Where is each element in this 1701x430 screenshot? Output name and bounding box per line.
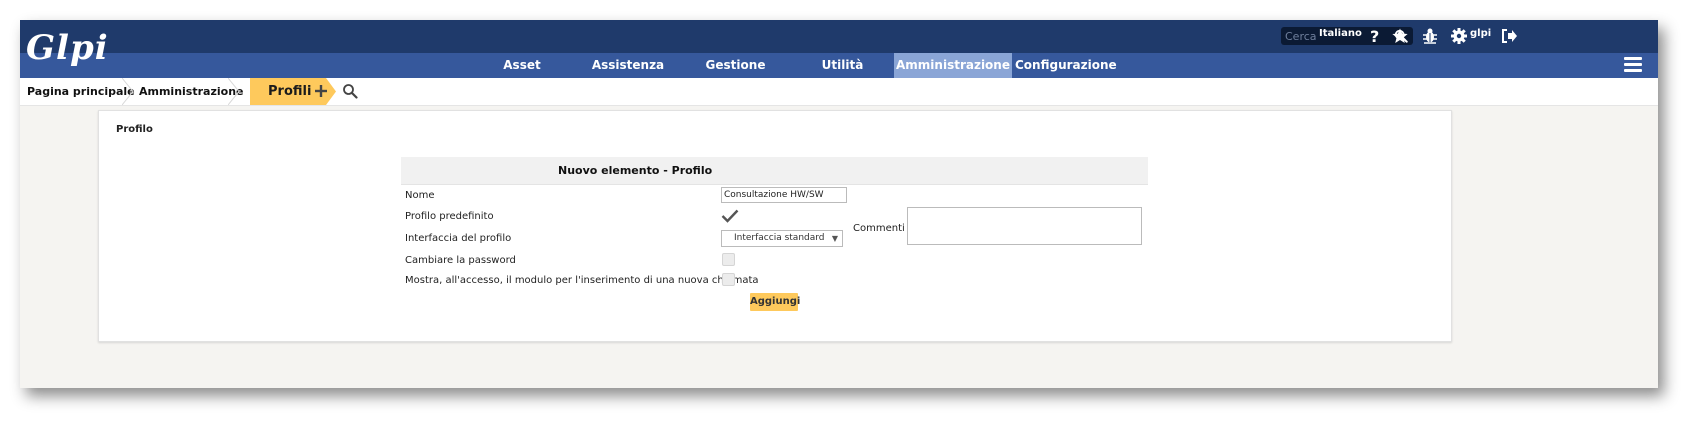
interface-label: Interfaccia del profilo [405,233,512,244]
panel-title: Profilo [116,124,153,135]
profile-form: Nuovo elemento - Profilo Nome Consultazi… [401,157,1148,322]
ticket-form-label: Mostra, all'accesso, il modulo per l'ins… [405,275,759,286]
form-header: Nuovo elemento - Profilo [401,157,1148,185]
check-icon[interactable] [721,209,739,223]
form-title: Nuovo elemento - Profilo [558,164,713,177]
glpi-logo[interactable]: Glpi [26,26,109,70]
search-list-icon[interactable] [342,83,358,99]
star-icon[interactable] [1391,27,1409,45]
ticket-form-checkbox[interactable] [722,273,735,286]
logout-icon[interactable] [1500,27,1518,45]
menu-icon[interactable] [1624,57,1642,73]
bug-icon[interactable] [1421,27,1439,45]
nav-assistenza[interactable]: Assistenza [588,53,668,78]
glpi-window: Glpi Italiano ? glpi Asset Assistenza [20,20,1658,388]
chevron-down-icon: ▼ [831,234,838,243]
nav-amministrazione[interactable]: Amministrazione [894,53,1012,78]
name-input[interactable]: Consultazione HW/SW [721,187,847,203]
comments-textarea[interactable] [907,207,1142,245]
content-panel: Profilo Nuovo elemento - Profilo Nome Co… [98,110,1452,342]
nav-asset[interactable]: Asset [497,53,547,78]
default-profile-label: Profilo predefinito [405,211,494,222]
comments-label: Commenti [853,223,905,234]
breadcrumb: Pagina principale Amministrazione Profil… [20,78,1658,106]
add-button[interactable]: Aggiungi [750,293,800,311]
breadcrumb-separator [122,78,134,105]
name-label: Nome [405,190,435,201]
svg-text:?: ? [1370,27,1379,45]
add-icon[interactable] [313,83,329,99]
interface-select-value: Interfaccia standard [734,233,825,243]
change-password-checkbox[interactable] [722,253,735,266]
language-selector[interactable]: Italiano [1319,28,1362,39]
nav-configurazione[interactable]: Configurazione [1015,53,1117,78]
user-menu[interactable]: glpi [1470,28,1491,39]
nav-utilita[interactable]: Utilità [815,53,870,78]
change-password-label: Cambiare la password [405,255,516,266]
breadcrumb-separator [228,78,240,105]
nav-gestione[interactable]: Gestione [703,53,768,78]
help-icon[interactable]: ? [1366,27,1384,45]
gear-icon[interactable] [1450,27,1468,45]
interface-select[interactable]: Interfaccia standard ▼ [721,230,843,247]
breadcrumb-home[interactable]: Pagina principale [27,78,135,105]
